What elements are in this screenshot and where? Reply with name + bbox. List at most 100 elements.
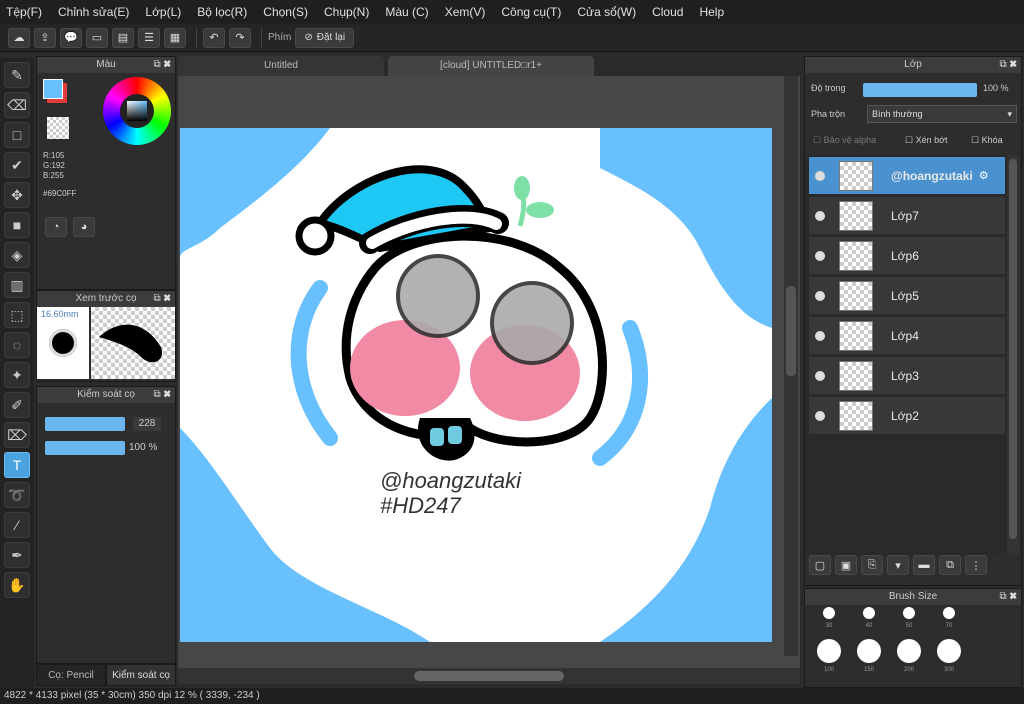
layer-row[interactable]: Lớp5 (809, 277, 1005, 315)
eye-icon[interactable] (815, 330, 825, 341)
lasso-select-icon[interactable]: ➰ (4, 482, 30, 508)
brush-size-dot[interactable] (897, 639, 921, 663)
eyedropper-icon[interactable]: ⁄ (4, 512, 30, 538)
menu-item[interactable]: Màu (C) (385, 5, 428, 19)
redo-icon[interactable]: ↷ (229, 27, 251, 48)
gradient-tool-icon[interactable]: ▥ (4, 272, 30, 298)
hand-tool-icon[interactable]: ✋ (4, 572, 30, 598)
check-tool-icon[interactable]: ✔ (4, 152, 30, 178)
more-icon[interactable]: ⋮ (965, 555, 987, 575)
brush-size-dot[interactable] (903, 607, 915, 619)
menu-item[interactable]: Cửa sổ(W) (577, 5, 636, 19)
panel-buttons[interactable]: ⧉ ✖ (153, 57, 171, 73)
brush-size-dot[interactable] (943, 607, 955, 619)
tab-brush-control[interactable]: Kiểm soát cọ (106, 664, 176, 686)
menu-item[interactable]: Chỉnh sửa(E) (58, 5, 129, 19)
color-settings-icon[interactable]: ◕ (73, 217, 95, 237)
horizontal-scroll-thumb[interactable] (414, 671, 564, 681)
cloud-icon[interactable]: ☁ (8, 27, 30, 48)
panel-buttons[interactable]: ⧉ ✖ (153, 291, 171, 307)
menu-item[interactable]: Cloud (652, 5, 683, 19)
menu-item[interactable]: Lớp(L) (145, 5, 181, 19)
transparent-swatch[interactable] (47, 117, 69, 139)
layer-scroll-thumb[interactable] (1009, 159, 1017, 539)
bucket-tool-icon[interactable]: ◈ (4, 242, 30, 268)
eye-icon[interactable] (815, 370, 825, 381)
layer-scrollbar[interactable] (1007, 155, 1019, 555)
eye-icon[interactable] (815, 210, 825, 221)
undo-icon[interactable]: ↶ (203, 27, 225, 48)
menu-item[interactable]: Bộ lọc(R) (197, 5, 247, 19)
shape-tool-icon[interactable]: □ (4, 122, 30, 148)
eye-icon[interactable] (815, 410, 825, 421)
layer-row[interactable]: Lớp2 (809, 397, 1005, 435)
lock-checkbox[interactable]: ☐ Khóa (971, 135, 1003, 146)
protect-alpha-checkbox[interactable]: ☐ Bảo vệ alpha (813, 135, 876, 146)
layer-row[interactable]: Lớp7 (809, 197, 1005, 235)
vertical-scrollbar[interactable] (784, 76, 798, 656)
list-icon[interactable]: ☰ (138, 27, 160, 48)
new-layer-icon[interactable]: ▢ (809, 555, 831, 575)
horizontal-scrollbar[interactable] (178, 668, 800, 684)
drawing-canvas[interactable]: @hoangzutaki #HD247 (180, 128, 772, 642)
layer-row[interactable]: Lớp6 (809, 237, 1005, 275)
brush-size-dot[interactable] (823, 607, 835, 619)
brush-size-value[interactable]: 228 (133, 417, 161, 431)
brush-size-dot[interactable] (817, 639, 841, 663)
eraser-tool-icon[interactable]: ⌫ (4, 92, 30, 118)
secondary-color-swatch[interactable] (43, 79, 63, 99)
grid-icon[interactable]: ▦ (164, 27, 186, 48)
reset-button[interactable]: ⊘ Đặt lại (295, 27, 355, 48)
panel-buttons[interactable]: ⧉ ✖ (999, 57, 1017, 73)
layer-row[interactable]: @hoangzutaki ⚙ (809, 157, 1005, 195)
brush-opacity-value[interactable]: 100 % (129, 441, 157, 455)
gear-icon[interactable]: ⚙ (979, 169, 989, 182)
brush-opacity-slider[interactable] (45, 441, 125, 455)
text-tool-icon[interactable]: T (4, 452, 30, 478)
message-icon[interactable]: ▭ (86, 27, 108, 48)
select-rect-icon[interactable]: ⬚ (4, 302, 30, 328)
vertical-scroll-thumb[interactable] (786, 286, 796, 376)
blend-select[interactable]: Bình thường ▾ (867, 105, 1017, 123)
layer-row[interactable]: Lớp3 (809, 357, 1005, 395)
move-tool-icon[interactable]: ✥ (4, 182, 30, 208)
panel-buttons[interactable]: ⧉ ✖ (153, 387, 171, 403)
comment-icon[interactable]: 💬 (60, 27, 82, 48)
document-icon[interactable]: ▤ (112, 27, 134, 48)
select-pen-icon[interactable]: ✐ (4, 392, 30, 418)
tab-untitled[interactable]: Untitled (178, 56, 384, 76)
eye-icon[interactable] (815, 290, 825, 301)
brush-tool-icon[interactable]: ✎ (4, 62, 30, 88)
folder-icon[interactable]: ▬ (913, 555, 935, 575)
rectangle-fill-icon[interactable]: ■ (4, 212, 30, 238)
panel-buttons[interactable]: ⧉ ✖ (999, 589, 1017, 605)
opacity-slider[interactable] (863, 83, 977, 97)
palette-icon[interactable]: ◔ (45, 217, 67, 237)
merge-icon[interactable]: ⧉ (939, 555, 961, 575)
menu-item[interactable]: Tệp(F) (6, 5, 42, 19)
export-icon[interactable]: ⇪ (34, 27, 56, 48)
magic-wand-icon[interactable]: ✦ (4, 362, 30, 388)
menu-item[interactable]: Chọn(S) (263, 5, 308, 19)
copy-layer-icon[interactable]: ⎘ (861, 555, 883, 575)
brush-size-dot[interactable] (857, 639, 881, 663)
layer-menu-icon[interactable]: ▾ (887, 555, 909, 575)
menu-item[interactable]: Xem(V) (445, 5, 486, 19)
menu-item[interactable]: Chụp(N) (324, 5, 369, 19)
eye-icon[interactable] (815, 250, 825, 261)
brush-size-dot[interactable] (937, 639, 961, 663)
clip-checkbox[interactable]: ☐ Xén bớt (905, 135, 948, 146)
pen-icon[interactable]: ✒ (4, 542, 30, 568)
canvas-area[interactable]: @hoangzutaki #HD247 (178, 76, 800, 668)
lasso-tool-icon[interactable]: ◌ (4, 332, 30, 358)
tab-pencil[interactable]: Cọ: Pencil (36, 664, 106, 686)
layer-row[interactable]: Lớp4 (809, 317, 1005, 355)
brush-size-dot[interactable] (863, 607, 875, 619)
select-eraser-icon[interactable]: ⌦ (4, 422, 30, 448)
eye-icon[interactable] (815, 170, 825, 181)
color-wheel[interactable] (103, 77, 171, 145)
color-square[interactable] (127, 101, 147, 121)
new-layer-2-icon[interactable]: ▣ (835, 555, 857, 575)
menu-item[interactable]: Công cụ(T) (501, 5, 561, 19)
menu-item[interactable]: Help (699, 5, 724, 19)
